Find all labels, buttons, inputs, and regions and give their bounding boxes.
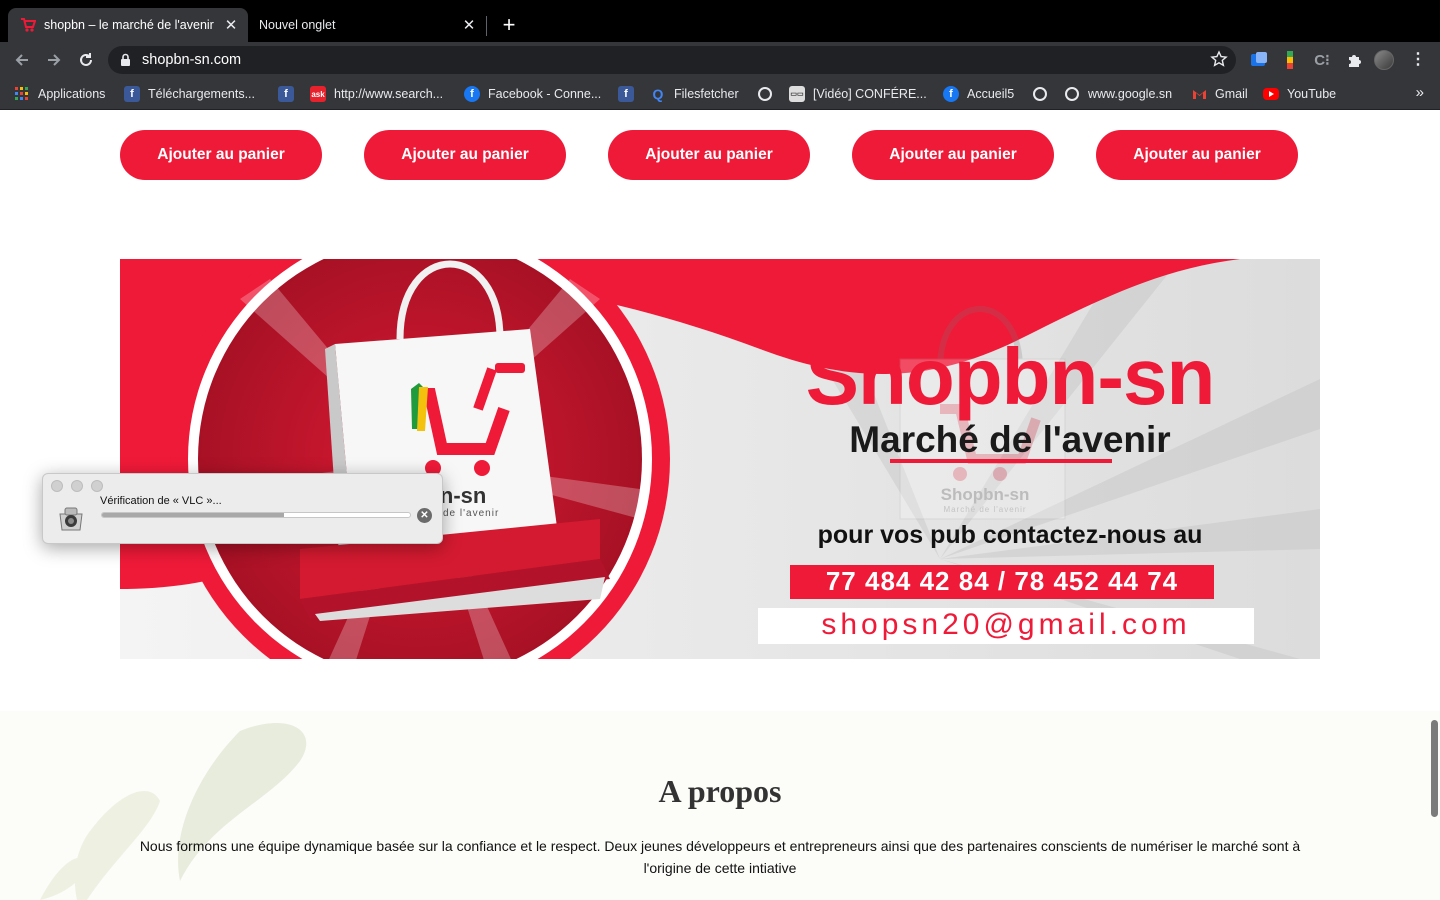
bookmark-facebook-unlabeled-2[interactable]: f bbox=[618, 85, 642, 103]
close-tab-icon[interactable]: ✕ bbox=[459, 15, 479, 35]
bookmark-search[interactable]: ask http://www.search... bbox=[310, 85, 443, 103]
dialog-status-label: Vérification de « VLC »... bbox=[100, 495, 222, 507]
code-extension-icon[interactable]: C⁝ bbox=[1312, 50, 1332, 70]
new-tab-plus-icon[interactable]: + bbox=[497, 12, 521, 37]
zoom-window-light[interactable] bbox=[91, 480, 103, 492]
back-button[interactable] bbox=[10, 48, 34, 72]
facebook-icon: f bbox=[618, 86, 634, 102]
about-title: A propos bbox=[658, 773, 782, 809]
banner-cta: pour vos pub contactez-nous au bbox=[817, 521, 1203, 549]
video-icon: ▭▭ bbox=[789, 86, 805, 102]
facebook-icon: f bbox=[124, 86, 140, 102]
bookmark-facebook-unlabeled[interactable]: f bbox=[278, 85, 302, 103]
vlc-installer-icon bbox=[57, 504, 85, 532]
youtube-icon bbox=[1263, 88, 1279, 100]
profile-avatar[interactable] bbox=[1374, 50, 1394, 70]
advertising-banner[interactable]: Shopbn-sn Marché de l'avenir Shopbn-sn M… bbox=[120, 259, 1320, 659]
bookmark-star-icon[interactable] bbox=[1210, 50, 1228, 73]
tab-new-tab[interactable]: Nouvel onglet ✕ bbox=[248, 8, 486, 42]
more-menu-icon[interactable]: ⋮ bbox=[1408, 50, 1428, 70]
ask-icon: ask bbox=[310, 86, 326, 102]
banner-phone-numbers: 77 484 42 84 / 78 452 44 74 bbox=[825, 566, 1179, 596]
banner-brand-title: Shopbn-sn bbox=[805, 332, 1216, 421]
forward-button[interactable] bbox=[42, 48, 66, 72]
browser-toolbar: shopbn-sn.com C⁝ ⋮ bbox=[0, 42, 1440, 78]
reload-button[interactable] bbox=[74, 48, 98, 72]
add-to-cart-button[interactable]: Ajouter au panier bbox=[1096, 130, 1298, 180]
tab-shopbn[interactable]: shopbn – le marché de l'avenir ✕ bbox=[8, 8, 248, 42]
bookmark-google-sn[interactable]: www.google.sn bbox=[1064, 85, 1172, 103]
globe-icon bbox=[757, 86, 773, 102]
translate-extension-icon[interactable] bbox=[1249, 50, 1269, 70]
bookmark-applications[interactable]: Applications bbox=[14, 85, 105, 103]
tab-title: Nouvel onglet bbox=[259, 18, 336, 32]
banner-faded-tagline: Marché de l'avenir bbox=[943, 505, 1027, 514]
bookmark-filesfetcher[interactable]: Q Filesfetcher bbox=[650, 85, 739, 103]
bookmark-label: Filesfetcher bbox=[674, 87, 739, 101]
progress-fill bbox=[102, 513, 284, 517]
verification-progress-bar bbox=[101, 512, 411, 518]
bookmarks-overflow-chevron-icon[interactable]: » bbox=[1416, 84, 1424, 101]
bookmarks-bar: Applications f Téléchargements... f ask … bbox=[0, 78, 1440, 110]
bookmark-facebook-connexion[interactable]: f Facebook - Conne... bbox=[464, 85, 601, 103]
bookmark-label: Gmail bbox=[1215, 87, 1248, 101]
bookmark-label: Facebook - Conne... bbox=[488, 87, 602, 101]
puzzle-extensions-icon[interactable] bbox=[1344, 50, 1364, 70]
globe-icon bbox=[1064, 86, 1080, 102]
lock-icon bbox=[120, 53, 131, 72]
bag-logo-tagline: de l'avenir bbox=[443, 508, 500, 519]
bookmark-globe-unlabeled-2[interactable] bbox=[1032, 85, 1056, 103]
vlc-verification-dialog[interactable]: Vérification de « VLC »... ✕ bbox=[42, 473, 443, 544]
gmail-icon bbox=[1191, 86, 1207, 102]
bookmark-accueil5[interactable]: f Accueil5 bbox=[943, 85, 1014, 103]
facebook-icon: f bbox=[943, 86, 959, 102]
search-q-icon: Q bbox=[652, 86, 664, 102]
banner-email: shopsn20@gmail.com bbox=[821, 608, 1191, 641]
bookmark-label: Applications bbox=[38, 87, 106, 101]
bookmark-globe-unlabeled[interactable] bbox=[757, 85, 781, 103]
add-to-cart-button[interactable]: Ajouter au panier bbox=[852, 130, 1054, 180]
add-to-cart-button[interactable]: Ajouter au panier bbox=[120, 130, 322, 180]
arrow-right-icon bbox=[48, 54, 61, 66]
arrow-left-icon bbox=[15, 54, 28, 66]
bookmark-telechargements[interactable]: f Téléchargements... bbox=[124, 85, 255, 103]
cart-favicon-icon bbox=[20, 17, 36, 33]
tab-divider bbox=[486, 16, 487, 36]
facebook-icon: f bbox=[464, 86, 480, 102]
about-description: Nous formons une équipe dynamique basée … bbox=[139, 838, 1301, 876]
facebook-icon: f bbox=[278, 86, 294, 102]
close-tab-icon[interactable]: ✕ bbox=[221, 15, 241, 35]
page-scrollbar-thumb[interactable] bbox=[1431, 720, 1438, 817]
cancel-verification-icon[interactable]: ✕ bbox=[417, 508, 432, 523]
apps-grid-icon bbox=[14, 86, 30, 102]
add-to-cart-button[interactable]: Ajouter au panier bbox=[364, 130, 566, 180]
bookmark-label: [Vidéo] CONFÉRE... bbox=[813, 87, 927, 101]
add-to-cart-button[interactable]: Ajouter au panier bbox=[608, 130, 810, 180]
globe-icon bbox=[1032, 86, 1048, 102]
bookmark-label: www.google.sn bbox=[1088, 87, 1173, 101]
bookmark-label: YouTube bbox=[1287, 87, 1337, 101]
tab-strip: shopbn – le marché de l'avenir ✕ Nouvel … bbox=[0, 0, 1440, 42]
colorful-extension-icon[interactable] bbox=[1280, 50, 1300, 70]
bookmark-gmail[interactable]: Gmail bbox=[1191, 85, 1248, 103]
close-window-light[interactable] bbox=[51, 480, 63, 492]
bookmark-video-conference[interactable]: ▭▭ [Vidéo] CONFÉRE... bbox=[789, 85, 927, 103]
minimize-window-light[interactable] bbox=[71, 480, 83, 492]
bookmark-label: Accueil5 bbox=[967, 87, 1015, 101]
bookmark-youtube[interactable]: YouTube bbox=[1263, 85, 1336, 103]
url-text: shopbn-sn.com bbox=[142, 52, 242, 68]
tab-title: shopbn – le marché de l'avenir bbox=[44, 18, 214, 32]
bookmark-label: Téléchargements... bbox=[148, 87, 255, 101]
banner-faded-brand: Shopbn-sn bbox=[940, 485, 1030, 504]
reload-icon bbox=[80, 53, 92, 66]
bookmark-label: http://www.search... bbox=[334, 87, 444, 101]
banner-tagline: Marché de l'avenir bbox=[849, 419, 1171, 460]
address-bar[interactable]: shopbn-sn.com bbox=[108, 46, 1236, 74]
